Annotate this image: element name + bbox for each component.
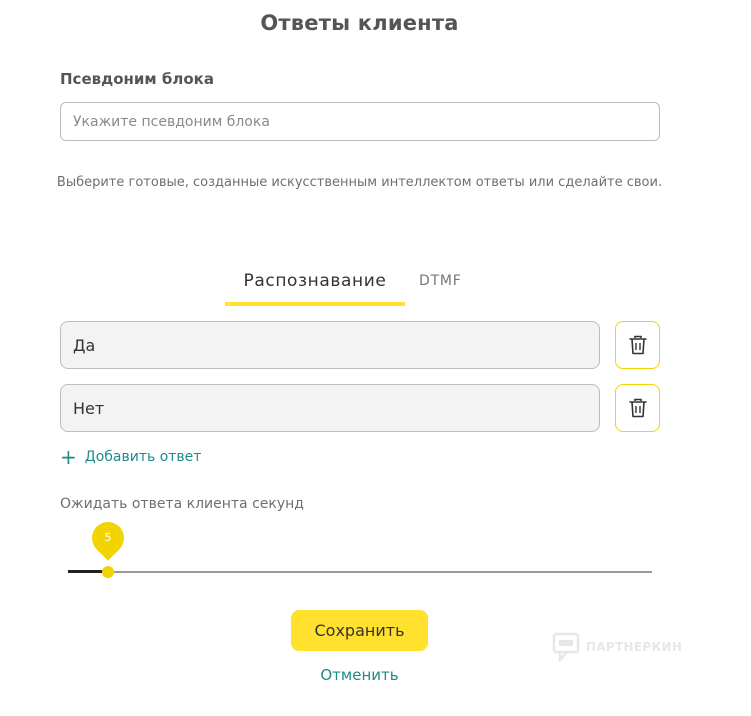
dialog-title: Ответы клиента xyxy=(260,11,459,35)
wait-seconds-slider[interactable]: 5 xyxy=(68,515,652,584)
add-answer-label: Добавить ответ xyxy=(84,449,202,465)
answer-field[interactable] xyxy=(60,321,600,369)
delete-answer-button[interactable] xyxy=(615,321,660,369)
active-tab-indicator xyxy=(225,302,405,306)
chat-logo-icon xyxy=(552,632,580,662)
partnerkin-watermark: ПАРТНЕРКИН xyxy=(552,632,682,662)
slider-value-bubble: 5 xyxy=(85,515,131,561)
trash-icon xyxy=(628,335,647,355)
save-button[interactable]: Сохранить xyxy=(291,610,428,651)
answer-field[interactable] xyxy=(60,384,600,432)
plus-icon: + xyxy=(60,445,77,469)
tab-dtmf[interactable]: DTMF xyxy=(419,273,462,289)
add-answer-button[interactable]: + Добавить ответ xyxy=(60,445,202,469)
slider-track xyxy=(68,571,652,573)
delete-answer-button[interactable] xyxy=(615,384,660,432)
cancel-link[interactable]: Отменить xyxy=(291,666,428,684)
tab-recognition[interactable]: Распознавание xyxy=(225,271,405,291)
slider-thumb[interactable] xyxy=(102,566,114,578)
wait-seconds-label: Ожидать ответа клиента секунд xyxy=(60,496,304,512)
slider-value: 5 xyxy=(104,531,112,544)
alias-input[interactable] xyxy=(60,102,660,141)
watermark-text: ПАРТНЕРКИН xyxy=(586,640,683,654)
alias-label: Псевдоним блока xyxy=(60,70,214,88)
ai-hint-text: Выберите готовые, созданные искусственны… xyxy=(56,175,663,190)
trash-icon xyxy=(628,398,647,418)
